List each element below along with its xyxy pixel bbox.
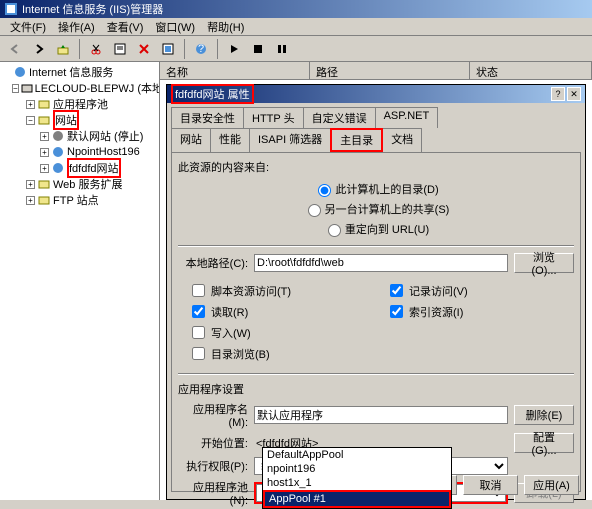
back-button[interactable]: [4, 38, 26, 60]
toolbar: ?: [0, 36, 592, 62]
radio-this-computer[interactable]: [318, 184, 331, 197]
tab-isapi[interactable]: ISAPI 筛选器: [249, 128, 331, 152]
dropdown-option[interactable]: npoint196: [263, 462, 451, 476]
col-path[interactable]: 路径: [310, 62, 470, 79]
tree-ftp[interactable]: +FTP 站点: [2, 192, 157, 208]
start-pos-label: 开始位置:: [178, 435, 248, 451]
browse-button[interactable]: 浏览(O)...: [514, 253, 574, 273]
menu-view[interactable]: 查看(V): [101, 19, 150, 35]
stop-icon[interactable]: [247, 38, 269, 60]
radio-share[interactable]: [308, 204, 321, 217]
properties-dialog: fdfdfd网站 属性 ? ✕ 目录安全性 HTTP 头 自定义错误 ASP.N…: [166, 84, 586, 500]
tree-panel: Internet 信息服务 −LECLOUD-BLEPWJ (本地计 +应用程序…: [0, 62, 160, 500]
help-icon[interactable]: ?: [190, 38, 212, 60]
tab-http-headers[interactable]: HTTP 头: [243, 107, 304, 128]
radio-redirect[interactable]: [328, 224, 341, 237]
apply-button[interactable]: 应用(A): [524, 475, 579, 495]
app-name-input[interactable]: [254, 406, 508, 424]
tab-documents[interactable]: 文档: [382, 128, 422, 152]
menu-window[interactable]: 窗口(W): [149, 19, 201, 35]
pause-icon[interactable]: [271, 38, 293, 60]
exec-perm-label: 执行权限(P):: [178, 458, 248, 474]
chk-log-visits[interactable]: [390, 284, 403, 297]
separator: [184, 39, 185, 59]
play-icon[interactable]: [223, 38, 245, 60]
col-status[interactable]: 状态: [470, 62, 592, 79]
separator: [217, 39, 218, 59]
tree-web-ext[interactable]: +Web 服务扩展: [2, 176, 157, 192]
config-button[interactable]: 配置(G)...: [514, 433, 574, 453]
tab-home-directory[interactable]: 主目录: [330, 128, 383, 152]
chk-dir-browse[interactable]: [192, 347, 205, 360]
window-titlebar: Internet 信息服务 (IIS)管理器: [0, 0, 592, 18]
menubar: 文件(F) 操作(A) 查看(V) 窗口(W) 帮助(H): [0, 18, 592, 36]
tab-body: 此资源的内容来自: 此计算机上的目录(D) 另一台计算机上的共享(S) 重定向到…: [171, 152, 581, 492]
tab-performance[interactable]: 性能: [210, 128, 250, 152]
forward-button[interactable]: [28, 38, 50, 60]
up-button[interactable]: [52, 38, 74, 60]
chk-script-access[interactable]: [192, 284, 205, 297]
dropdown-option[interactable]: host1x_1: [263, 476, 451, 490]
tabs-container: 目录安全性 HTTP 头 自定义错误 ASP.NET 网站 性能 ISAPI 筛…: [167, 103, 585, 492]
chk-read[interactable]: [192, 305, 205, 318]
svg-text:?: ?: [198, 43, 204, 55]
menu-file[interactable]: 文件(F): [4, 19, 52, 35]
app-pool-label: 应用程序池(N):: [178, 479, 248, 507]
app-settings-label: 应用程序设置: [178, 381, 574, 397]
dropdown-option-selected[interactable]: AppPool #1: [263, 490, 451, 508]
delete-icon[interactable]: [133, 38, 155, 60]
list-header: 名称 路径 状态: [160, 62, 592, 80]
tree-default-site[interactable]: +默认网站 (停止): [2, 128, 157, 144]
dropdown-option[interactable]: DefaultAppPool: [263, 448, 451, 462]
window-title: Internet 信息服务 (IIS)管理器: [22, 1, 163, 17]
tab-custom-errors[interactable]: 自定义错误: [303, 107, 376, 128]
chk-index[interactable]: [390, 305, 403, 318]
tree-app-pools[interactable]: +应用程序池: [2, 96, 157, 112]
close-button[interactable]: ✕: [567, 87, 581, 101]
separator: [79, 39, 80, 59]
tree-root[interactable]: Internet 信息服务: [2, 64, 157, 80]
dialog-titlebar: fdfdfd网站 属性 ? ✕: [167, 85, 585, 103]
tree-server[interactable]: −LECLOUD-BLEPWJ (本地计: [2, 80, 157, 96]
remove-button[interactable]: 删除(E): [514, 405, 574, 425]
content-source-label: 此资源的内容来自:: [178, 159, 574, 175]
menu-action[interactable]: 操作(A): [52, 19, 101, 35]
tab-aspnet[interactable]: ASP.NET: [375, 107, 439, 128]
col-name[interactable]: 名称: [160, 62, 310, 79]
app-name-label: 应用程序名(M):: [178, 401, 248, 429]
tree-fdfdfd-site[interactable]: +fdfdfd网站: [2, 160, 157, 176]
tab-website[interactable]: 网站: [171, 128, 211, 152]
dialog-title: fdfdfd网站 属性: [171, 84, 254, 104]
tree-websites[interactable]: −网站: [2, 112, 157, 128]
tab-dir-security[interactable]: 目录安全性: [171, 107, 244, 128]
help-button[interactable]: ?: [551, 87, 565, 101]
local-path-input[interactable]: [254, 254, 508, 272]
local-path-label: 本地路径(C):: [178, 255, 248, 271]
refresh-icon[interactable]: [157, 38, 179, 60]
chk-write[interactable]: [192, 326, 205, 339]
menu-help[interactable]: 帮助(H): [201, 19, 250, 35]
app-icon: [4, 2, 18, 16]
properties-icon[interactable]: [109, 38, 131, 60]
cut-icon[interactable]: [85, 38, 107, 60]
cancel-button[interactable]: 取消: [463, 475, 518, 495]
